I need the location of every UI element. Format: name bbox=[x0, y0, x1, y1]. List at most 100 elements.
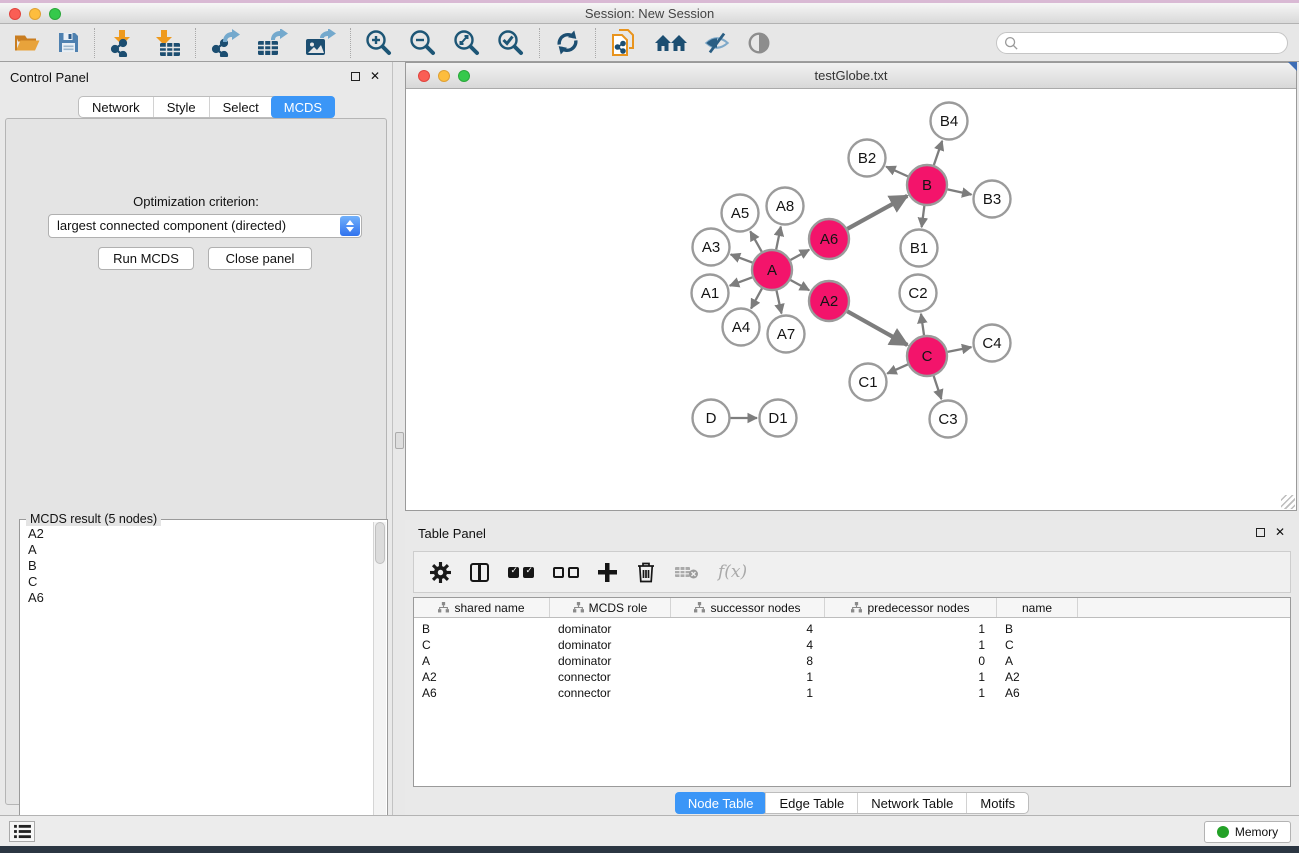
memory-button[interactable]: Memory bbox=[1204, 821, 1291, 843]
zoom-out-button[interactable] bbox=[401, 26, 445, 60]
graph-edge-B-B4[interactable] bbox=[934, 141, 942, 165]
table-row[interactable]: A2connector11A2 bbox=[414, 669, 1290, 685]
show-panels-button[interactable] bbox=[9, 821, 35, 842]
graph-edge-B-B3[interactable] bbox=[948, 189, 972, 194]
table-row[interactable]: A6connector11A6 bbox=[414, 685, 1290, 701]
graph-edge-A6-B[interactable] bbox=[847, 196, 907, 229]
tab-network[interactable]: Network bbox=[79, 97, 153, 117]
table-row[interactable]: Bdominator41B bbox=[414, 621, 1290, 637]
home-button[interactable] bbox=[646, 26, 696, 60]
export-network-button[interactable] bbox=[202, 26, 248, 60]
float-panel-icon[interactable] bbox=[1256, 528, 1265, 537]
window-resize-grip[interactable] bbox=[1281, 495, 1295, 509]
network-window-titlebar[interactable]: testGlobe.txt bbox=[406, 63, 1296, 89]
graph-edge-A-A4[interactable] bbox=[751, 288, 762, 308]
graph-edge-B-B2[interactable] bbox=[886, 167, 908, 177]
graph-edge-C-C1[interactable] bbox=[887, 364, 908, 373]
function-builder-button[interactable]: f(x) bbox=[718, 562, 747, 582]
tab-edge-table[interactable]: Edge Table bbox=[765, 793, 857, 813]
graph-edge-C-C3[interactable] bbox=[934, 376, 942, 399]
zoom-fit-button[interactable] bbox=[445, 26, 489, 60]
graph-edge-B-B1[interactable] bbox=[922, 206, 925, 227]
open-session-button[interactable] bbox=[6, 26, 49, 60]
graph-edge-A-A8[interactable] bbox=[776, 227, 781, 250]
import-table-button[interactable] bbox=[145, 26, 189, 60]
add-row-button[interactable] bbox=[598, 563, 617, 582]
trash-icon bbox=[636, 561, 656, 583]
optimization-criterion-select[interactable]: largest connected component (directed) bbox=[48, 214, 362, 238]
column-header-name[interactable]: name bbox=[997, 598, 1078, 617]
graph-edge-A-A2[interactable] bbox=[790, 280, 809, 290]
graph-edge-C-C2[interactable] bbox=[921, 314, 924, 335]
open-folder-icon bbox=[14, 31, 41, 54]
network-canvas-svg[interactable]: B4B2BB3A5A8A6B1A3AA1C2A2A4A7C4CC1C3DD1 bbox=[406, 89, 1296, 510]
run-mcds-button[interactable]: Run MCDS bbox=[98, 247, 194, 270]
network-view-window: testGlobe.txt B4B2BB3A5A8A6B1A3AA1C2A2A4… bbox=[405, 62, 1297, 511]
graph-edge-A-A5[interactable] bbox=[750, 231, 761, 251]
dropdown-stepper-icon[interactable] bbox=[340, 216, 360, 236]
clone-network-button[interactable] bbox=[602, 26, 646, 60]
export-table-button[interactable] bbox=[248, 26, 296, 60]
table-cell-filler bbox=[1078, 637, 1290, 653]
column-header-successor-nodes[interactable]: successor nodes bbox=[671, 598, 825, 617]
table-cell: A2 bbox=[997, 669, 1078, 685]
close-panel-icon[interactable]: ✕ bbox=[370, 71, 380, 81]
network-window-title: testGlobe.txt bbox=[406, 68, 1296, 83]
mcds-result-title: MCDS result (5 nodes) bbox=[26, 512, 161, 526]
save-session-button[interactable] bbox=[49, 26, 88, 60]
tab-style[interactable]: Style bbox=[153, 97, 209, 117]
result-item[interactable]: B bbox=[28, 558, 372, 574]
table-settings-button[interactable] bbox=[430, 562, 451, 583]
result-item[interactable]: C bbox=[28, 574, 372, 590]
float-panel-icon[interactable] bbox=[351, 72, 360, 81]
tab-motifs[interactable]: Motifs bbox=[966, 793, 1028, 813]
result-item[interactable]: A bbox=[28, 542, 372, 558]
show-columns-button[interactable] bbox=[470, 563, 489, 582]
table-cell: A6 bbox=[414, 685, 550, 701]
graph-edge-A-A7[interactable] bbox=[776, 291, 781, 314]
column-header-shared-name[interactable]: shared name bbox=[414, 598, 550, 617]
hide-graphics-details-button[interactable] bbox=[696, 26, 738, 60]
deselect-all-button[interactable] bbox=[553, 567, 579, 578]
memory-label: Memory bbox=[1235, 825, 1278, 839]
show-view-button[interactable] bbox=[738, 26, 780, 60]
tab-select[interactable]: Select bbox=[209, 97, 272, 117]
select-all-button[interactable] bbox=[508, 567, 534, 578]
mcds-result-box: MCDS result (5 nodes) A2 A B C A6 bbox=[19, 519, 388, 853]
close-panel-button[interactable]: Close panel bbox=[208, 247, 312, 270]
graph-node-label: A4 bbox=[732, 319, 750, 336]
delete-table-button[interactable] bbox=[675, 564, 699, 580]
zoom-selected-button[interactable] bbox=[489, 26, 533, 60]
graph-edge-A2-C[interactable] bbox=[847, 311, 907, 345]
split-pane-handle[interactable] bbox=[395, 432, 404, 449]
tab-node-table[interactable]: Node Table bbox=[675, 792, 767, 814]
import-network-button[interactable] bbox=[101, 26, 145, 60]
graph-edge-A-A1[interactable] bbox=[730, 277, 753, 285]
table-row[interactable]: Cdominator41C bbox=[414, 637, 1290, 653]
result-item[interactable]: A6 bbox=[28, 590, 372, 606]
column-header-predecessor-nodes[interactable]: predecessor nodes bbox=[825, 598, 997, 617]
column-header-mcds-role[interactable]: MCDS role bbox=[550, 598, 671, 617]
table-row[interactable]: Adominator80A bbox=[414, 653, 1290, 669]
graph-node-label: D1 bbox=[768, 410, 787, 427]
result-scrollbar[interactable] bbox=[373, 522, 386, 852]
save-icon bbox=[57, 31, 80, 54]
tab-mcds[interactable]: MCDS bbox=[271, 96, 335, 118]
export-image-button[interactable] bbox=[296, 26, 344, 60]
search-input[interactable] bbox=[1019, 34, 1287, 52]
delete-row-button[interactable] bbox=[636, 561, 656, 583]
graph-edge-A-A6[interactable] bbox=[790, 250, 809, 260]
table-panel-title: Table Panel bbox=[418, 526, 486, 541]
refresh-layout-button[interactable] bbox=[546, 26, 589, 60]
control-panel-title: Control Panel bbox=[10, 70, 89, 85]
mcds-result-list[interactable]: A2 A B C A6 bbox=[20, 526, 372, 852]
graph-edge-A-A3[interactable] bbox=[731, 254, 753, 262]
sitemap-icon bbox=[851, 602, 862, 613]
tab-network-table[interactable]: Network Table bbox=[857, 793, 966, 813]
close-panel-icon[interactable]: ✕ bbox=[1275, 527, 1285, 537]
network-canvas[interactable]: B4B2BB3A5A8A6B1A3AA1C2A2A4A7C4CC1C3DD1 bbox=[406, 89, 1296, 510]
result-item[interactable]: A2 bbox=[28, 526, 372, 542]
table-cell: connector bbox=[550, 685, 671, 701]
graph-edge-C-C4[interactable] bbox=[948, 347, 972, 352]
zoom-in-button[interactable] bbox=[357, 26, 401, 60]
